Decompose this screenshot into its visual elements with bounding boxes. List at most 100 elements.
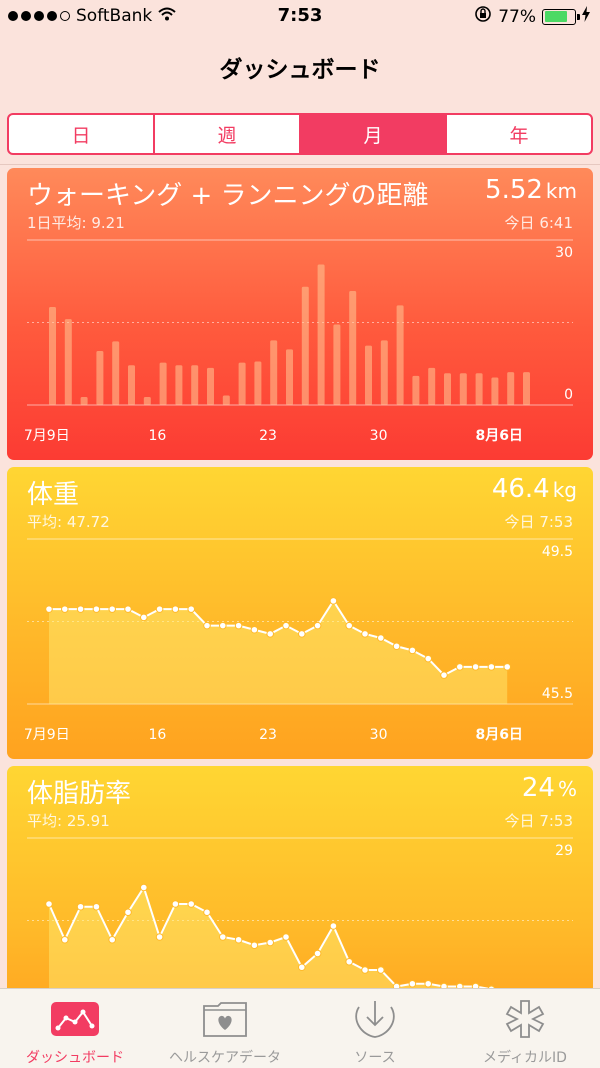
distance-bar: [270, 340, 278, 405]
data-point: [76, 605, 85, 613]
x-tick-label: 7月9日: [24, 727, 70, 743]
distance-bar: [444, 373, 451, 405]
distance-bar: [317, 264, 325, 405]
data-point: [203, 621, 211, 630]
x-tick-label: 7月9日: [24, 428, 70, 444]
data-point: [377, 634, 385, 642]
data-point: [345, 621, 354, 630]
walking-running-distance-card[interactable]: ウォーキング + ランニングの距離 5.52 km 1日平均: 9.21 今日 6…: [7, 168, 593, 460]
data-point: [203, 908, 211, 917]
distance-bar-chart: 30 0 7月9日 16 23 30 8月6日: [24, 239, 573, 444]
distance-bar: [301, 286, 309, 405]
distance-bar: [428, 367, 436, 405]
distance-bar: [222, 395, 230, 405]
segment-day[interactable]: 日: [9, 115, 155, 153]
data-point: [313, 621, 322, 630]
period-segmented-control: 日 週 月 年: [7, 113, 593, 155]
segment-year[interactable]: 年: [447, 115, 591, 153]
data-point: [92, 605, 101, 613]
data-point: [219, 621, 227, 630]
tab-label: ダッシュボード: [26, 1050, 124, 1066]
tab-medical-id[interactable]: メディカルID: [450, 989, 600, 1068]
data-point: [345, 957, 354, 966]
distance-bar: [475, 373, 483, 405]
header-divider: [0, 164, 600, 165]
distance-bar: [523, 372, 530, 405]
data-point: [155, 933, 164, 941]
data-point: [234, 935, 243, 944]
data-point: [329, 597, 338, 605]
data-point: [329, 922, 338, 930]
distance-bar: [49, 306, 56, 405]
x-tick-label: 8月6日: [475, 428, 522, 444]
distance-bar: [96, 350, 104, 405]
data-point: [124, 605, 132, 613]
battery-icon: [542, 8, 580, 25]
x-tick-label: 23: [259, 428, 277, 444]
tab-health-data[interactable]: ヘルスケアデータ: [150, 989, 300, 1068]
status-right: 77%: [474, 5, 590, 28]
distance-bar: [143, 397, 151, 405]
tab-dashboard[interactable]: ダッシュボード: [0, 989, 150, 1068]
x-tick-label: 30: [370, 428, 388, 444]
data-point: [503, 663, 512, 671]
medical-id-star-icon: [500, 999, 550, 1039]
distance-bar: [80, 397, 88, 405]
data-point: [361, 966, 369, 974]
y-tick-label: 49.5: [542, 544, 573, 560]
data-point: [61, 935, 69, 944]
distance-bar: [112, 341, 120, 405]
data-point: [171, 900, 180, 908]
y-tick-label: 29: [555, 843, 573, 859]
data-point: [76, 902, 85, 911]
data-point: [266, 938, 275, 947]
data-point: [250, 625, 259, 634]
distance-bar: [365, 345, 372, 405]
data-point: [234, 621, 243, 630]
charging-bolt-icon: [582, 6, 590, 27]
data-point: [187, 900, 195, 908]
battery-percent: 77%: [498, 6, 536, 27]
data-point: [408, 979, 417, 988]
data-point: [392, 642, 401, 651]
data-point: [140, 613, 148, 622]
data-point: [45, 605, 53, 613]
data-point: [408, 646, 417, 655]
distance-bar: [238, 362, 246, 405]
x-tick-label: 30: [370, 727, 388, 743]
health-data-folder-icon: [200, 999, 250, 1039]
status-bar: SoftBank 7:53 77%: [0, 0, 600, 34]
segment-week[interactable]: 週: [155, 115, 301, 153]
tab-label: メディカルID: [483, 1050, 567, 1066]
tab-bar: ダッシュボード ヘルスケアデータ ソース メディカルID: [0, 988, 600, 1068]
rotation-lock-icon: [474, 5, 492, 28]
data-point: [282, 621, 290, 630]
distance-bar: [128, 365, 135, 405]
data-point: [92, 902, 101, 911]
data-point: [487, 663, 496, 671]
body-weight-card[interactable]: 体重 46.4 kg 平均: 47.72 今日 7:53 49.5 45.5 7月9日…: [7, 467, 593, 759]
distance-bar: [286, 349, 293, 405]
data-point: [61, 605, 69, 613]
data-point: [456, 663, 464, 671]
y-tick-label: 45.5: [542, 686, 573, 702]
x-tick-label: 23: [259, 727, 277, 743]
data-point: [471, 663, 480, 671]
distance-bar: [396, 305, 404, 405]
data-point: [440, 671, 448, 679]
tab-sources[interactable]: ソース: [300, 989, 450, 1068]
data-point: [298, 963, 306, 972]
distance-bar: [507, 372, 515, 405]
distance-bar: [175, 365, 183, 405]
distance-bar: [380, 340, 388, 405]
distance-bar: [254, 361, 262, 405]
data-point: [124, 908, 132, 917]
data-point: [377, 966, 385, 974]
data-point: [155, 605, 164, 613]
y-tick-label: 0: [564, 387, 573, 403]
body-fat-card[interactable]: 体脂肪率 24% 平均: 25.91 今日 7:53 29: [7, 766, 593, 1026]
distance-bar: [191, 365, 199, 405]
data-point: [266, 630, 275, 638]
x-tick-label: 8月6日: [475, 727, 522, 743]
segment-month[interactable]: 月: [301, 115, 447, 153]
